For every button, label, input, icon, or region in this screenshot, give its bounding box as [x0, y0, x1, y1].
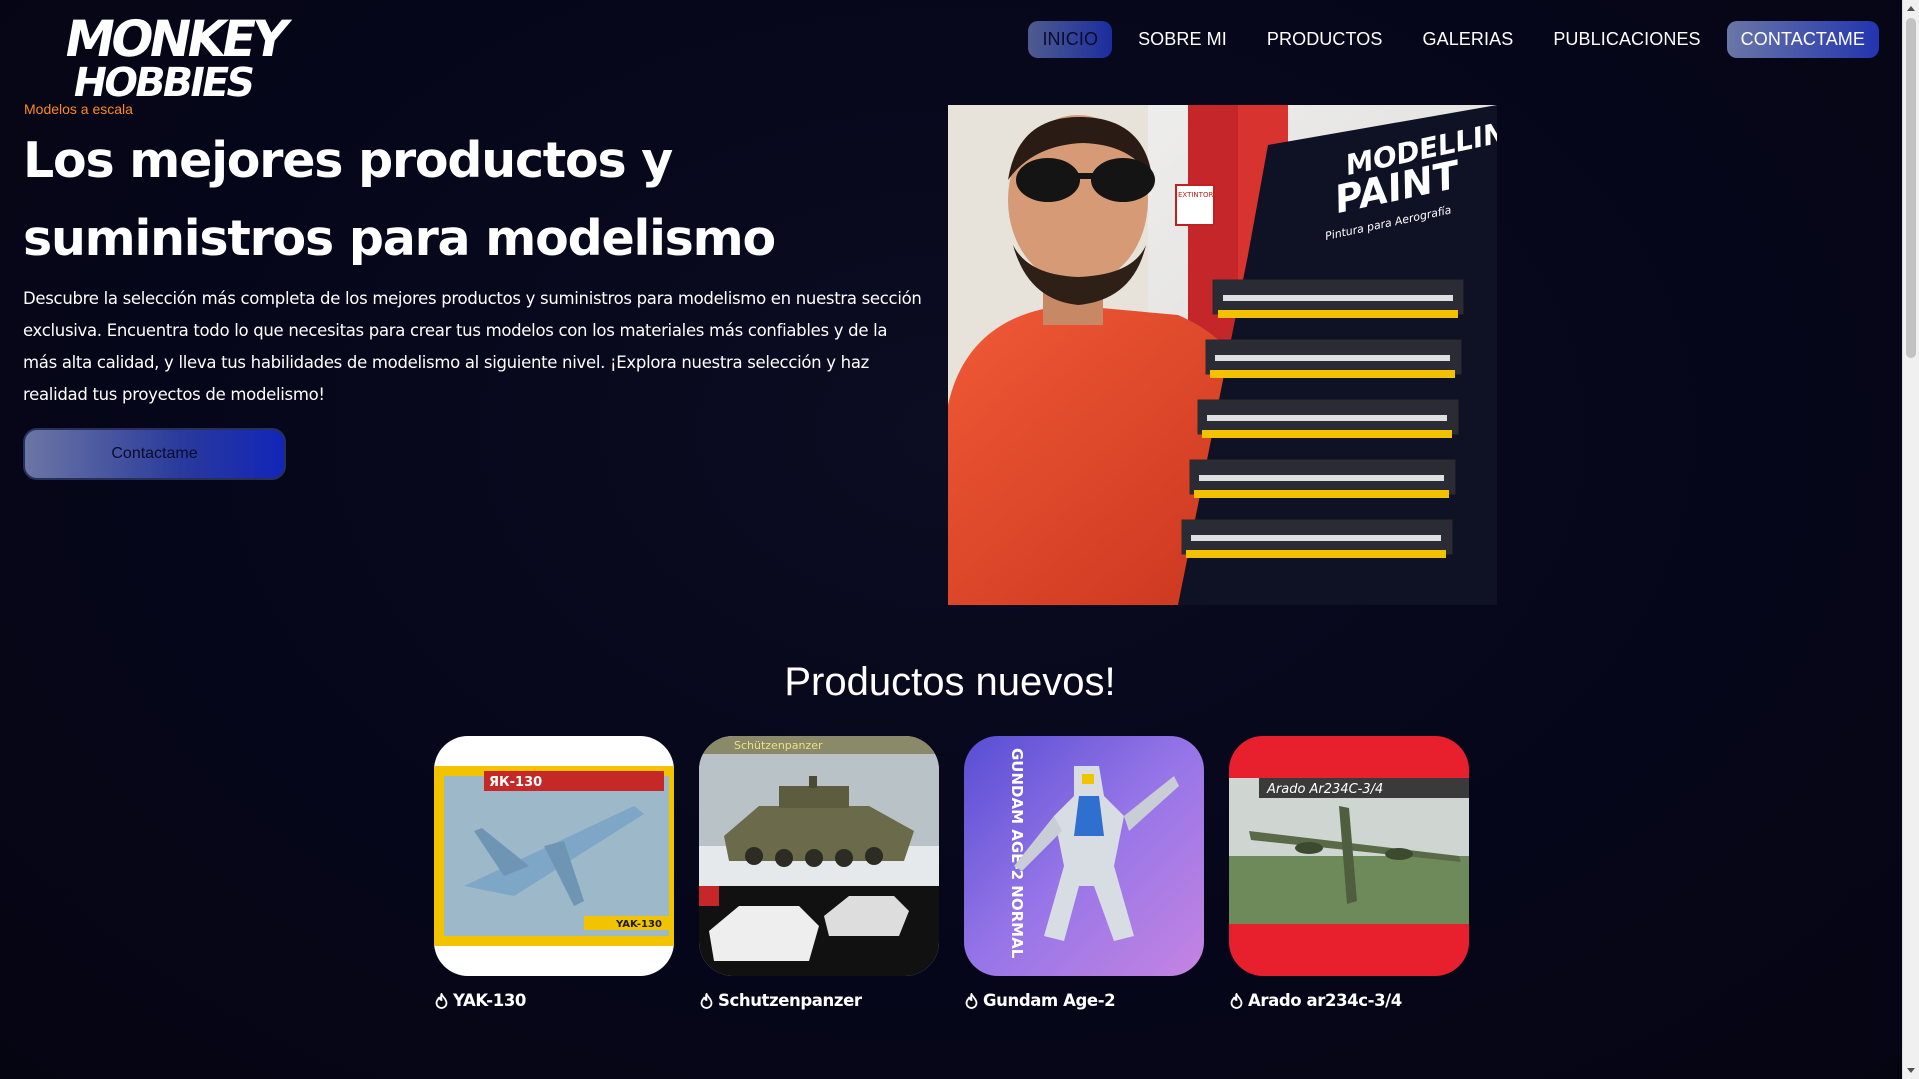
scroll-up-arrow-icon[interactable] [1907, 6, 1915, 11]
logo-graphic: MONKEY HOBBIES [60, 9, 294, 106]
hero-description: Descubre la selección más completa de lo… [23, 289, 922, 404]
scroll-thumb[interactable] [1906, 18, 1916, 358]
product-image[interactable]: Schützenpanzer [699, 736, 939, 976]
product-name-text: Gundam Age-2 [983, 991, 1116, 1010]
fire-icon [434, 992, 449, 1009]
product-image-graphic: ЯК-130 YAK-130 [434, 736, 674, 976]
product-image[interactable]: GUNDAM AGE-2 NORMAL [964, 736, 1204, 976]
hero-title-line1: Los mejores productos y [23, 132, 673, 189]
nav-item-inicio[interactable]: INICIO [1028, 21, 1113, 58]
product-card-arado[interactable]: Arado Ar234C-3/4 Arado ar234c-3/4 [1229, 736, 1469, 1010]
nav-item-productos[interactable]: PRODUCTOS [1253, 21, 1397, 58]
product-name-text: YAK-130 [453, 991, 526, 1010]
product-image[interactable]: ЯК-130 YAK-130 [434, 736, 674, 976]
product-name: Schutzenpanzer [699, 991, 939, 1010]
fire-icon [964, 992, 979, 1009]
contactame-button[interactable]: Contactame [23, 428, 286, 480]
product-image-graphic: Schützenpanzer [699, 736, 939, 976]
product-image-graphic: GUNDAM AGE-2 NORMAL [964, 736, 1204, 976]
yak-box-title: ЯК-130 [489, 775, 542, 790]
fire-icon [1229, 992, 1244, 1009]
product-name-text: Schutzenpanzer [718, 991, 862, 1010]
product-card-gundam-age-2[interactable]: GUNDAM AGE-2 NORMAL Gundam Age-2 [964, 736, 1204, 1010]
product-card-schutzenpanzer[interactable]: Schützenpanzer Schutzenpanzer [699, 736, 939, 1010]
product-name: Arado ar234c-3/4 [1229, 991, 1469, 1010]
hero-title: Los mejores productos y suministros para… [23, 122, 923, 278]
nav-item-publicaciones[interactable]: PUBLICACIONES [1539, 21, 1714, 58]
product-name: YAK-130 [434, 991, 674, 1010]
hero-photo: EXTINTOR MODELLING PAINT Pintura para Ae… [948, 105, 1497, 605]
monkey-hobbies-logo[interactable]: MONKEY HOBBIES [50, 9, 330, 106]
product-name-text: Arado ar234c-3/4 [1248, 991, 1402, 1010]
nav-item-contactame[interactable]: CONTACTAME [1726, 21, 1879, 58]
fire-icon [699, 992, 714, 1009]
products-section-title: Productos nuevos! [784, 660, 1116, 704]
yak-box-subtitle: YAK-130 [615, 919, 662, 930]
nav-item-sobre-mi[interactable]: SOBRE MI [1124, 21, 1241, 58]
main-nav: INICIO SOBRE MI PRODUCTOS GALERIAS PUBLI… [1016, 21, 1879, 58]
extintor-sign: EXTINTOR [1178, 191, 1213, 199]
product-image[interactable]: Arado Ar234C-3/4 [1229, 736, 1469, 976]
scroll-down-arrow-icon[interactable] [1907, 1068, 1915, 1073]
hero-title-line2: suministros para modelismo [23, 210, 776, 267]
product-image-graphic: Arado Ar234C-3/4 [1229, 736, 1469, 976]
product-card-yak130[interactable]: ЯК-130 YAK-130 YAK-130 [434, 736, 674, 1010]
page-scrollbar[interactable] [1902, 0, 1919, 1079]
page: MONKEY HOBBIES Modelos a escala INICIO S… [0, 0, 1919, 1079]
schutz-box-title: Schützenpanzer [734, 739, 823, 752]
product-name: Gundam Age-2 [964, 991, 1204, 1010]
logo-line2: HOBBIES [69, 59, 257, 100]
gundam-box-title: GUNDAM AGE-2 NORMAL [1008, 748, 1026, 959]
tagline: Modelos a escala [24, 101, 133, 117]
products-grid: ЯК-130 YAK-130 YAK-130 Schützenpanzer Sc… [434, 736, 1469, 1010]
nav-item-galerias[interactable]: GALERIAS [1408, 21, 1527, 58]
hero-photo-graphic: EXTINTOR MODELLING PAINT Pintura para Ae… [948, 105, 1497, 605]
arado-box-title: Arado Ar234C-3/4 [1266, 782, 1383, 797]
